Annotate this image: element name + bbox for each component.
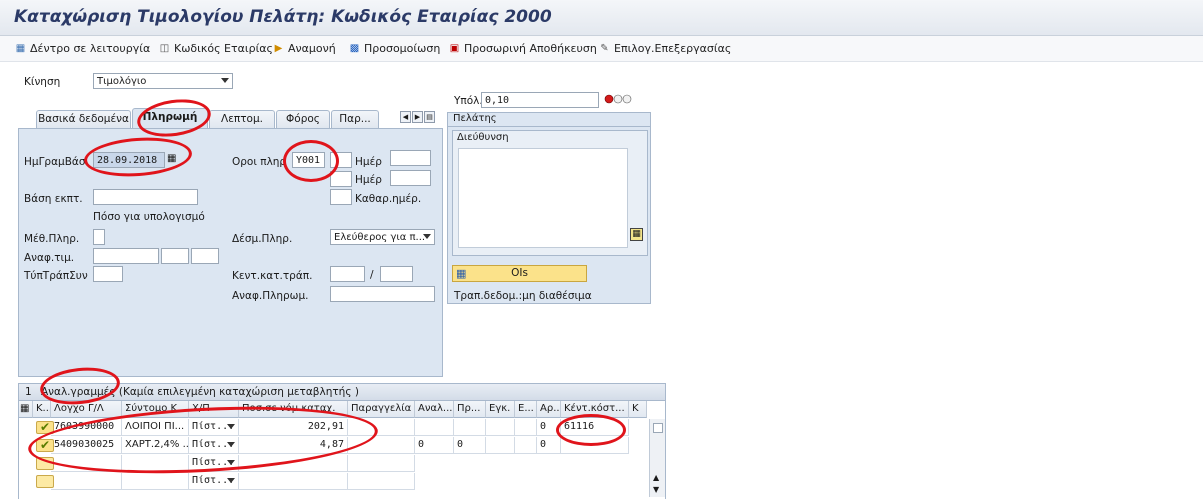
pay-method-field[interactable] bbox=[93, 229, 105, 245]
annotation-ellipse bbox=[283, 140, 339, 182]
annotation-ellipse bbox=[556, 414, 626, 446]
grid-cell[interactable] bbox=[454, 419, 486, 436]
hold-icon: ▶ bbox=[274, 43, 283, 54]
address-area bbox=[458, 148, 628, 248]
account-id-field[interactable] bbox=[380, 266, 413, 282]
table-icon: ▦ bbox=[456, 267, 467, 280]
grid-cell[interactable] bbox=[515, 437, 537, 454]
col-header[interactable]: Αναλ... bbox=[415, 401, 454, 418]
tab-more[interactable]: Παρ... bbox=[331, 110, 379, 129]
park-save-button[interactable]: ▣ Προσωρινή Αποθήκευση bbox=[448, 42, 597, 55]
chevron-down-icon bbox=[227, 478, 235, 483]
payment-terms-label: Οροι πληρ bbox=[232, 156, 287, 168]
reference-field-1[interactable] bbox=[93, 248, 159, 264]
bank-status-text: Τραπ.δεδομ.:μη διαθέσιμα bbox=[454, 290, 592, 302]
percent-field-1[interactable] bbox=[390, 150, 431, 166]
pay-block-select[interactable]: Ελεύθερος για π... bbox=[330, 229, 435, 245]
grid-cell[interactable]: 0 bbox=[415, 437, 454, 454]
application-toolbar: ▦ Δέντρο σε λειτουργία ◫ Κωδικός Εταιρία… bbox=[0, 36, 1203, 62]
simulate-icon: ▩ bbox=[349, 43, 360, 54]
house-bank-field[interactable] bbox=[330, 266, 365, 282]
address-label: Διεύθυνση bbox=[457, 132, 509, 143]
tab-tax[interactable]: Φόρος bbox=[276, 110, 330, 129]
select-all-icon[interactable]: ▦ bbox=[19, 401, 33, 418]
chevron-down-icon bbox=[423, 234, 431, 239]
tree-icon: ▦ bbox=[15, 43, 26, 54]
reference-field-3[interactable] bbox=[191, 248, 219, 264]
calc-amount-label: Πόσο για υπολογισμό bbox=[93, 211, 205, 223]
window-title: Καταχώριση Τιμολογίου Πελάτη: Κωδικός Ετ… bbox=[14, 7, 552, 27]
bank-type-field[interactable] bbox=[93, 266, 123, 282]
scrollbar-box[interactable] bbox=[653, 423, 663, 433]
slash-separator: / bbox=[370, 269, 374, 281]
col-header[interactable]: Κ... bbox=[33, 401, 51, 418]
editing-options-button[interactable]: ✎ Επιλογ.Επεξεργασίας bbox=[598, 42, 731, 55]
col-header[interactable]: Αρ... bbox=[537, 401, 561, 418]
col-header[interactable]: Παραγγελία bbox=[348, 401, 415, 418]
baseline-date-label: ΗμΓραμΒάσ. bbox=[24, 156, 89, 168]
reference-field-2[interactable] bbox=[161, 248, 189, 264]
company-code-button[interactable]: ◫ Κωδικός Εταιρίας bbox=[158, 42, 273, 55]
amount-cell[interactable] bbox=[239, 473, 348, 490]
scroll-up-icon[interactable]: ▲ bbox=[653, 473, 659, 482]
col-header[interactable]: Πρ... bbox=[454, 401, 486, 418]
pencil-icon: ✎ bbox=[600, 43, 609, 54]
hold-button[interactable]: ▶ Αναμονή bbox=[272, 42, 336, 55]
grid-scrollbar[interactable]: ▲ ▼ bbox=[649, 419, 665, 497]
col-header[interactable]: Ε... bbox=[515, 401, 537, 418]
scroll-down-icon[interactable]: ▼ bbox=[653, 485, 659, 494]
payment-ref-field[interactable] bbox=[330, 286, 435, 302]
short-text-cell bbox=[122, 473, 189, 490]
grid-cell[interactable] bbox=[415, 419, 454, 436]
days-label-2: Ημέρ bbox=[355, 174, 382, 186]
movement-select[interactable]: Τιμολόγιο bbox=[93, 73, 233, 89]
reference-label: Αναφ.τιμ. bbox=[24, 252, 75, 264]
tree-toggle-button[interactable]: ▦ Δέντρο σε λειτουργία bbox=[14, 42, 150, 55]
customer-header: Πελάτης bbox=[447, 112, 651, 126]
save-icon: ▣ bbox=[449, 43, 460, 54]
col-header[interactable]: Εγκ. bbox=[486, 401, 515, 418]
net-days-label: Καθαρ.ημέρ. bbox=[355, 193, 422, 205]
status-light-icon bbox=[604, 94, 634, 104]
col-header[interactable]: Κ bbox=[629, 401, 647, 418]
simulate-button[interactable]: ▩ Προσομοίωση bbox=[348, 42, 441, 55]
pay-method-label: Μέθ.Πληρ. bbox=[24, 233, 80, 245]
address-box: Διεύθυνση ▦ bbox=[452, 130, 648, 256]
bank-type-label: ΤύπΤράπΣυν bbox=[24, 270, 88, 282]
chevron-down-icon bbox=[221, 78, 229, 83]
grid-cell[interactable] bbox=[486, 437, 515, 454]
discount-base-label: Βάση εκπτ. bbox=[24, 193, 83, 205]
open-items-button[interactable]: ▦ OIs bbox=[452, 265, 587, 282]
payment-ref-label: Αναφ.Πληρωμ. bbox=[232, 290, 309, 302]
grid-cell[interactable]: 0 bbox=[454, 437, 486, 454]
days-label-1: Ημέρ bbox=[355, 156, 382, 168]
grid-cell[interactable]: 0 bbox=[537, 437, 561, 454]
address-detail-icon[interactable]: ▦ bbox=[630, 228, 643, 241]
company-code-icon: ◫ bbox=[159, 43, 170, 54]
grid-cell[interactable] bbox=[515, 419, 537, 436]
tab-details[interactable]: Λεπτομ. bbox=[209, 110, 275, 129]
net-days-field[interactable] bbox=[330, 189, 352, 205]
order-cell[interactable] bbox=[348, 455, 415, 472]
balance-label: Υπόλ. bbox=[454, 95, 483, 107]
movement-label: Κίνηση bbox=[24, 76, 61, 88]
tab-basic-data[interactable]: Βασικά δεδομένα bbox=[36, 110, 131, 129]
discount-base-field[interactable] bbox=[93, 189, 198, 205]
house-bank-label: Κεντ.κατ.τράπ. bbox=[232, 270, 313, 282]
grid-cell[interactable] bbox=[486, 419, 515, 436]
tab-scroll-right-icon[interactable]: ▶ bbox=[412, 111, 423, 123]
debit-credit-select[interactable]: Πίστ... bbox=[189, 473, 239, 490]
pay-block-label: Δέσμ.Πληρ. bbox=[232, 233, 293, 245]
tab-scroll-left-icon[interactable]: ◀ bbox=[400, 111, 411, 123]
gl-account-cell[interactable] bbox=[51, 473, 122, 490]
percent-field-2[interactable] bbox=[390, 170, 431, 186]
balance-field: 0,10 bbox=[481, 92, 599, 108]
tab-list-icon[interactable]: ▤ bbox=[424, 111, 435, 123]
title-bar: Καταχώριση Τιμολογίου Πελάτη: Κωδικός Ετ… bbox=[0, 0, 1203, 36]
order-cell[interactable] bbox=[348, 473, 415, 490]
